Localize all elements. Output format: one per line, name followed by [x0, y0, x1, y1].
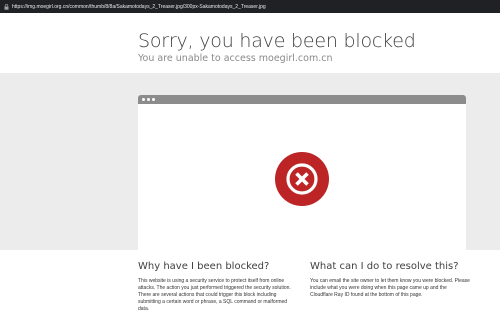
x-circle-icon	[275, 152, 329, 206]
address-url[interactable]: https://img.moegirl.org.cn/common/thumb/…	[12, 4, 266, 10]
page-header: Sorry, you have been blocked You are una…	[0, 13, 500, 73]
illustration-window-body	[138, 104, 466, 252]
resolve-heading: What can I do to resolve this?	[310, 261, 459, 272]
why-blocked-heading: Why have I been blocked?	[138, 261, 270, 272]
page-title: Sorry, you have been blocked	[138, 30, 416, 52]
lock-icon	[3, 3, 9, 10]
page-subtitle: You are unable to access moegirl.com.cn	[138, 53, 333, 64]
browser-illustration	[138, 95, 466, 252]
why-blocked-section: Why have I been blocked? This website is…	[138, 261, 296, 313]
window-dot-icon	[147, 98, 150, 101]
illustration-window-bar	[138, 95, 466, 104]
browser-address-bar[interactable]: https://img.moegirl.org.cn/common/thumb/…	[0, 0, 500, 13]
resolve-text: You can email the site owner to let them…	[310, 278, 470, 298]
resolve-section: What can I do to resolve this? You can e…	[310, 261, 470, 299]
window-dot-icon	[152, 98, 155, 101]
why-blocked-text: This website is using a security service…	[138, 278, 291, 312]
window-dot-icon	[142, 98, 145, 101]
